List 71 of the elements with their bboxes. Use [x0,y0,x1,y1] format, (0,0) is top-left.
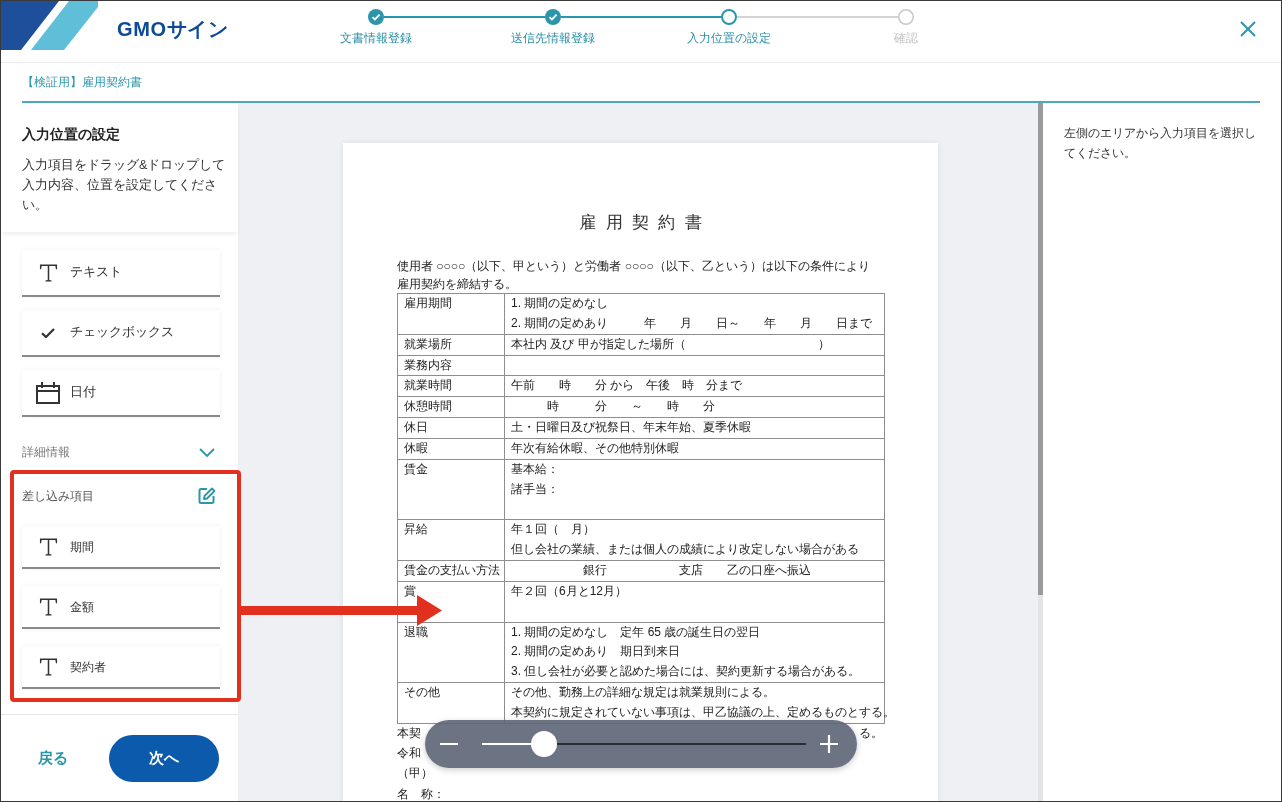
close-icon[interactable] [1240,21,1256,37]
row-label: 就業時間 [404,378,452,393]
cell-text: 基本給： [511,460,559,478]
row-label: 賃金 [404,461,428,476]
field-item[interactable]: テキスト [22,250,220,297]
field-item[interactable]: 金額 [22,586,220,629]
field-item[interactable]: 契約者 [22,646,220,689]
document-text: 令和 [397,746,421,761]
step-label: 送信先情報登録 [510,30,595,46]
row-label: 休暇 [404,440,428,455]
logo-text: GMOサイン [117,17,229,41]
panel-description: 入力項目をドラッグ&ドロップして入力内容、位置を設定してください。 [22,157,227,214]
plus-icon [820,735,838,753]
row-label: 賞 [404,583,416,598]
serif-t-icon [38,262,58,283]
chevron-down-icon[interactable] [199,447,215,457]
section-label: 詳細情報 [22,444,70,460]
calendar-icon [36,381,60,404]
check-icon [41,327,55,338]
serif-t-icon [38,536,58,557]
serif-t-icon [38,596,58,617]
cell-text: 午前 時 分 から 午後 時 分まで [511,377,743,395]
row-label: 賃金の支払い方法 [404,563,500,577]
cell-text: 年１回（ 月） [511,521,595,539]
zoom-in-button[interactable] [820,735,838,753]
cell-text: 土・日曜日及び祝祭日、年末年始、夏季休暇 [511,419,751,437]
serif-t-icon [38,656,58,677]
document-title: 【検証用】雇用契約書 [22,74,142,90]
field-item[interactable]: チェックボックス [22,310,220,357]
step-label: 入力位置の設定 [687,30,772,46]
row-label: 退職 [404,624,428,639]
scrollbar-thumb[interactable] [1038,103,1043,595]
edit-icon[interactable] [198,487,216,505]
cell-text: 銀行 支店 乙の口座へ振込 [582,562,811,579]
next-button[interactable]: 次へ [109,734,219,782]
document-text: （甲） [397,766,433,781]
cell-text: 時 分 ～ 時 分 [546,398,715,416]
step-label: 文書情報登録 [340,30,413,46]
row-label: 昇給 [404,522,428,537]
cell-text: 2. 期間の定めあり 年 月 日～ 年 月 日まで [511,314,873,332]
row-label: 雇用期間 [404,296,452,310]
row-label: 休憩時間 [404,399,452,414]
cell-text: 1. 期間の定めなし [511,295,609,312]
document-text: る。 [859,725,883,740]
cell-text: 諸手当： [511,480,559,498]
section-label: 差し込み項目 [22,488,94,504]
field-item[interactable]: 日付 [22,370,220,417]
document-text: 本契 [397,725,421,740]
cell-text: 3. 但し会社が必要と認めた場合には、契約更新する場合がある。 [511,663,861,681]
slider-thumb[interactable] [530,731,557,757]
row-label: 休日 [404,420,428,435]
row-label: 就業場所 [404,336,452,351]
document-text: 名 称： [397,786,445,801]
back-button[interactable]: 戻る [38,748,68,768]
cell-text: 本契約に規定されていない事項は、甲乙協議の上、定めるものとする。 [511,703,895,721]
panel-title: 入力位置の設定 [22,125,121,144]
cell-text: 本社内 及び 甲が指定した場所（ ） [511,335,830,353]
cell-text: 1. 期間の定めなし 定年 65 歳の誕生日の翌日 [511,623,761,641]
field-item[interactable]: 期間 [22,526,220,569]
zoom-slider-track[interactable] [482,731,806,757]
hint-message: 左側のエリアから入力項目を選択してください。 [1064,125,1257,162]
contract-title: 雇用契約書 [578,212,712,234]
cell-text: 年次有給休暇、その他特別休暇 [511,439,679,457]
row-label: その他 [404,685,440,700]
minus-icon [440,743,458,745]
cell-text: 2. 期間の定めあり 期日到来日 [511,643,681,661]
row-label: 業務内容 [404,357,452,372]
cell-text: 但し会社の業績、または個人の成績により改定しない場合がある [511,541,859,559]
cell-text: その他、勤務上の詳細な規定は就業規則による。 [511,684,775,702]
intro-paragraph: 使用者 ○○○○（以下、甲という）と労働者 ○○○○（以下、乙という）は以下の条件により雇用契約を締結する。 [397,258,871,293]
cell-text: 年２回（6月と12月） [511,582,628,600]
